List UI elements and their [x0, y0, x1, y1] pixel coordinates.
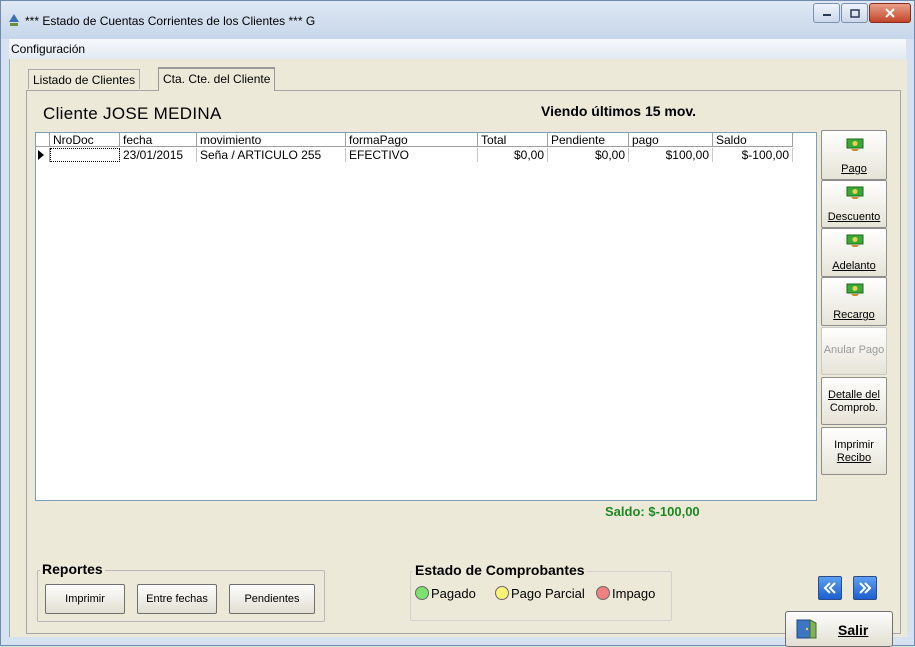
- yellow-dot-icon: [495, 586, 509, 600]
- estado-group: Estado de Comprobantes Pagado Pago Parci…: [410, 562, 672, 621]
- legend-pagado-label: Pagado: [431, 586, 476, 601]
- entre-fechas-button[interactable]: Entre fechas: [137, 584, 217, 614]
- cell-saldo[interactable]: $-100,00: [713, 148, 793, 162]
- reportes-group: Reportes Imprimir Entre fechas Pendiente…: [37, 561, 325, 622]
- table-row[interactable]: 23/01/2015 Seña / ARTICULO 255 EFECTIVO …: [36, 148, 816, 162]
- pago-button[interactable]: Pago: [821, 130, 887, 180]
- column-header[interactable]: Total: [478, 133, 548, 147]
- adelanto-button[interactable]: Adelanto: [821, 228, 887, 277]
- menu-bar: Configuración: [9, 39, 906, 60]
- viendo-label: Viendo últimos 15 mov.: [541, 103, 697, 119]
- pago-label: Pago: [841, 163, 867, 175]
- imprimir-label: Imprimir Recibo: [822, 439, 886, 465]
- descuento-button[interactable]: Descuento: [821, 180, 887, 228]
- prev-button[interactable]: [818, 576, 842, 600]
- maximize-icon: [849, 8, 860, 18]
- descuento-label: Descuento: [827, 211, 881, 223]
- app-icon: [9, 14, 19, 26]
- cell-movimiento[interactable]: Seña / ARTICULO 255: [197, 148, 346, 162]
- column-header[interactable]: movimiento: [197, 133, 346, 147]
- maximize-button[interactable]: [841, 3, 868, 23]
- client-area: Listado de Clientes Cta. Cte. del Client…: [9, 59, 907, 647]
- column-header[interactable]: formaPago: [346, 133, 478, 147]
- column-header[interactable]: fecha: [120, 133, 197, 147]
- pendientes-label: Pendientes: [244, 593, 300, 605]
- detalle-label: Detalle del Comprob.: [822, 389, 886, 415]
- prev-icon: [823, 582, 836, 594]
- detalle-comprob-button[interactable]: Detalle del Comprob.: [821, 377, 887, 425]
- column-header[interactable]: Saldo: [713, 133, 793, 147]
- adelanto-label: Adelanto: [832, 260, 876, 272]
- grid-header: NroDoc fecha movimiento formaPago Total …: [36, 133, 816, 147]
- estado-title: Estado de Comprobantes: [413, 562, 587, 578]
- column-header[interactable]: pago: [629, 133, 713, 147]
- column-header[interactable]: Pendiente: [548, 133, 629, 147]
- reportes-title: Reportes: [40, 561, 105, 577]
- legend-pagado: Pagado: [415, 586, 476, 601]
- column-header[interactable]: NroDoc: [50, 133, 120, 147]
- row-selector[interactable]: [36, 148, 50, 162]
- cell-pendiente[interactable]: $0,00: [548, 148, 629, 162]
- main-window: *** Estado de Cuentas Corrientes de los …: [0, 0, 915, 647]
- legend-impago: Impago: [596, 586, 655, 601]
- imprimir-recibo-button[interactable]: Imprimir Recibo: [821, 427, 887, 475]
- legend-pago-parcial: Pago Parcial: [495, 586, 585, 601]
- door-exit-icon: [796, 619, 817, 639]
- red-dot-icon: [596, 586, 610, 600]
- recargo-button[interactable]: Recargo: [821, 277, 887, 326]
- detalle-label-line1: Detalle del: [828, 389, 880, 401]
- next-icon: [859, 582, 872, 594]
- money-icon: [846, 283, 864, 296]
- pendientes-button[interactable]: Pendientes: [229, 584, 315, 614]
- row-header-corner: [36, 133, 50, 147]
- legend-pago-parcial-label: Pago Parcial: [511, 586, 585, 601]
- movements-grid[interactable]: NroDoc fecha movimiento formaPago Total …: [35, 132, 817, 501]
- imprimir-button-label: Imprimir: [65, 593, 105, 605]
- salir-label: Salir: [838, 622, 869, 638]
- cell-pago[interactable]: $100,00: [629, 148, 713, 162]
- next-button[interactable]: [853, 576, 877, 600]
- saldo-total: Saldo: $-100,00: [605, 504, 700, 519]
- cliente-label: Cliente JOSE MEDINA: [43, 104, 222, 123]
- cell-total[interactable]: $0,00: [478, 148, 548, 162]
- cell-formapago[interactable]: EFECTIVO: [346, 148, 478, 162]
- imprimir-button[interactable]: Imprimir: [45, 584, 125, 614]
- tab-cta-cte-cliente[interactable]: Cta. Cte. del Cliente: [158, 67, 276, 91]
- cell-nrodoc[interactable]: [50, 148, 120, 162]
- minimize-button[interactable]: [813, 3, 840, 23]
- close-icon: [885, 8, 895, 18]
- money-icon: [846, 186, 864, 199]
- detalle-label-line2: Comprob.: [829, 402, 879, 414]
- green-dot-icon: [415, 586, 429, 600]
- imprimir-label-line2: Recibo: [836, 452, 872, 464]
- tab-page: Cliente JOSE MEDINA Viendo últimos 15 mo…: [26, 90, 901, 647]
- money-icon: [846, 234, 864, 247]
- anular-pago-button[interactable]: Anular Pago: [821, 327, 887, 375]
- cell-fecha[interactable]: 23/01/2015: [120, 148, 197, 162]
- anular-pago-label: Anular Pago: [823, 344, 885, 356]
- menu-configuracion[interactable]: Configuración: [11, 42, 85, 56]
- salir-button[interactable]: Salir: [785, 611, 893, 647]
- tab-listado-clientes[interactable]: Listado de Clientes: [28, 69, 141, 89]
- title-bar: *** Estado de Cuentas Corrientes de los …: [1, 1, 914, 39]
- tab-label: Listado de Clientes: [33, 73, 136, 87]
- close-button[interactable]: [869, 3, 911, 23]
- entre-fechas-label: Entre fechas: [146, 593, 208, 605]
- legend-impago-label: Impago: [612, 586, 656, 601]
- recargo-label: Recargo: [833, 309, 875, 321]
- row-pointer-icon: [38, 150, 44, 160]
- minimize-icon: [822, 14, 831, 16]
- imprimir-label-line1: Imprimir: [834, 439, 874, 451]
- tab-label: Cta. Cte. del Cliente: [163, 72, 271, 86]
- money-icon: [846, 138, 864, 151]
- window-title: *** Estado de Cuentas Corrientes de los …: [25, 14, 316, 28]
